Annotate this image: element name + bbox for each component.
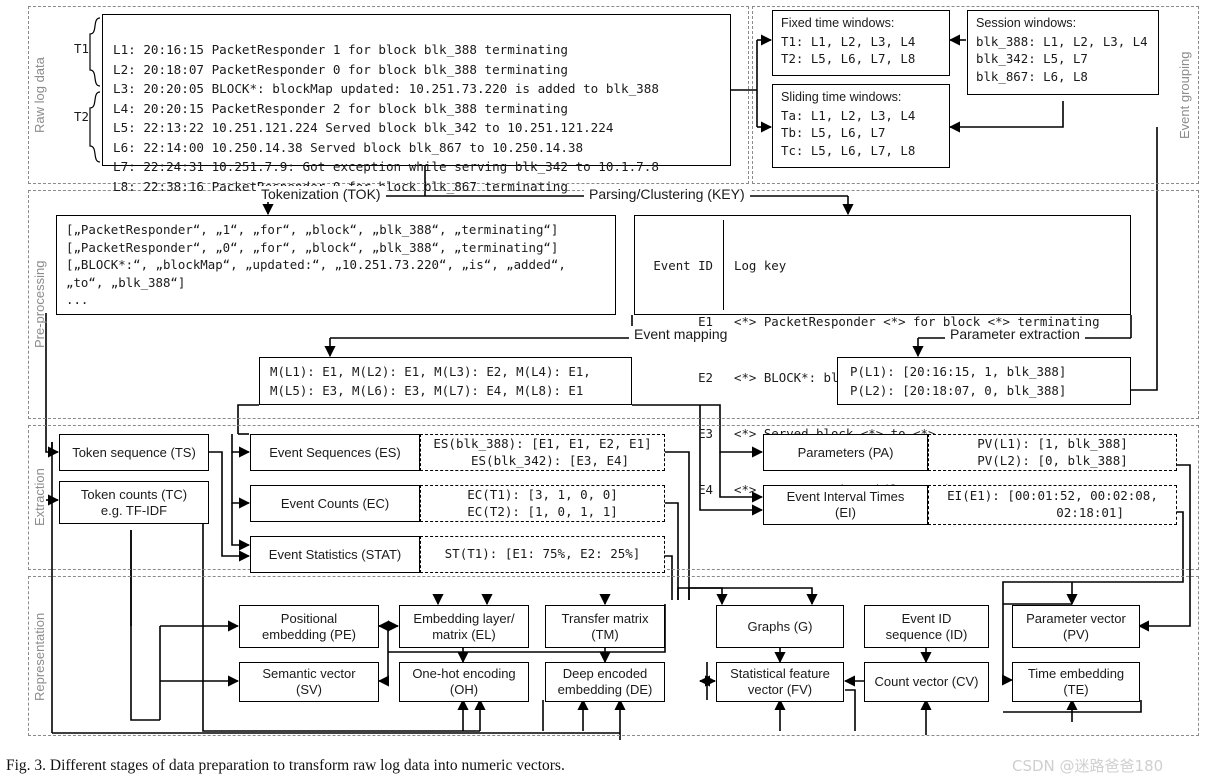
token-list-box: [„PacketResponder“, „1“, „for“, „block“,… — [56, 215, 616, 315]
event-sequences-value: ES(blk_388): [E1, E1, E2, E1] ES(blk_342… — [420, 434, 665, 471]
raw-log-line-7: L7: 22:24:31 10.251.7.9: Got exception w… — [113, 159, 659, 175]
log-key-row-id-2: E2 — [698, 369, 713, 385]
band-label-extraction: Extraction — [32, 468, 47, 526]
count-vector-box: Count vector (CV) — [864, 662, 989, 702]
log-key-table: Event ID E1 E2 E3 E4 Log key <*> PacketR… — [634, 215, 1131, 497]
event-id-sequence-label: Event ID sequence (ID) — [885, 610, 968, 642]
raw-log-line-2: L2: 20:18:07 PacketResponder 0 for block… — [113, 61, 568, 77]
parameters-box: Parameters (PA) — [763, 434, 928, 471]
transfer-matrix-box: Transfer matrix (TM) — [545, 605, 665, 648]
figure-caption: Fig. 3. Different stages of data prepara… — [6, 757, 565, 774]
graphs-box: Graphs (G) — [716, 605, 844, 648]
event-statistics-value: ST(T1): [E1: 75%, E2: 25%] — [420, 536, 665, 573]
log-key-table-key-column: Log key <*> PacketResponder <*> for bloc… — [723, 220, 1130, 497]
raw-log-line-3: L3: 20:20:05 BLOCK*: blockMap updated: 1… — [113, 81, 659, 97]
band-label-representation: Representation — [32, 612, 47, 702]
figure-canvas: Raw log data Event grouping Pre-processi… — [0, 0, 1205, 781]
log-key-row-id-1: E1 — [698, 314, 713, 330]
embedding-layer-label: Embedding layer/ matrix (EL) — [413, 610, 515, 642]
event-counts-box: Event Counts (EC) — [250, 485, 420, 522]
log-key-table-id-column: Event ID E1 E2 E3 E4 — [635, 220, 723, 496]
event-mapping-box: M(L1): E1, M(L2): E1, M(L3): E2, M(L4): … — [259, 357, 632, 405]
step-label-parsing-clustering: Parsing/Clustering (KEY) — [584, 186, 750, 202]
event-interval-times-label: Event Interval Times (EI) — [786, 489, 905, 520]
parameter-vector-label: Parameter vector (PV) — [1026, 610, 1126, 642]
sliding-time-windows-row-2: Tb: L5, L6, L7 — [781, 125, 886, 141]
raw-log-group-label-t2: T2 — [74, 109, 89, 124]
count-vector-label: Count vector (CV) — [874, 674, 979, 690]
token-counts-box: Token counts (TC) e.g. TF-IDF — [59, 481, 209, 524]
fixed-time-windows-box: Fixed time windows: T1: L1, L2, L3, L4 T… — [772, 10, 950, 76]
token-counts-label: Token counts (TC) e.g. TF-IDF — [80, 486, 188, 518]
raw-log-box: L1: 20:16:15 PacketResponder 1 for block… — [102, 14, 731, 194]
one-hot-encoding-box: One-hot encoding (OH) — [399, 662, 529, 702]
time-embedding-box: Time embedding (TE) — [1012, 662, 1140, 702]
semantic-vector-label: Semantic vector (SV) — [262, 666, 356, 697]
token-sequence-box: Token sequence (TS) — [59, 434, 209, 471]
session-windows-row-1: blk_388: L1, L2, L3, L4 — [976, 33, 1148, 49]
raw-log-line-1: L1: 20:16:15 PacketResponder 1 for block… — [113, 42, 568, 58]
graphs-label: Graphs (G) — [747, 618, 813, 634]
sliding-time-windows-row-3: Tc: L5, L6, L7, L8 — [781, 143, 916, 159]
parameter-vector-box: Parameter vector (PV) — [1012, 605, 1140, 648]
session-windows-row-3: blk_867: L6, L8 — [976, 69, 1088, 85]
sliding-time-windows-row-1: Ta: L1, L2, L3, L4 — [781, 107, 916, 123]
event-id-sequence-box: Event ID sequence (ID) — [864, 605, 989, 648]
sliding-time-windows-box: Sliding time windows: Ta: L1, L2, L3, L4… — [772, 84, 950, 168]
deep-encoded-embedding-box: Deep encoded embedding (DE) — [545, 662, 665, 702]
step-label-tokenization: Tokenization (TOK) — [256, 186, 386, 202]
event-interval-times-value: EI(E1): [00:01:52, 00:02:08, 02:18:01] — [928, 485, 1177, 525]
parameters-value: PV(L1): [1, blk_388] PV(L2): [0, blk_388… — [928, 434, 1177, 471]
fixed-time-windows-row-2: T2: L5, L6, L7, L8 — [781, 51, 916, 67]
log-key-table-header-id: Event ID — [653, 258, 713, 274]
time-embedding-label: Time embedding (TE) — [1027, 666, 1125, 697]
raw-log-group-label-t1: T1 — [74, 41, 89, 56]
positional-embedding-box: Positional embedding (PE) — [239, 605, 379, 648]
statistical-feature-vector-label: Statistical feature vector (FV) — [730, 666, 830, 697]
positional-embedding-label: Positional embedding (PE) — [262, 610, 356, 642]
session-windows-row-2: blk_342: L5, L7 — [976, 51, 1088, 67]
deep-encoded-embedding-label: Deep encoded embedding (DE) — [557, 666, 653, 697]
raw-log-line-6: L6: 22:14:00 10.250.14.38 Served block b… — [113, 139, 584, 155]
transfer-matrix-label: Transfer matrix (TM) — [561, 610, 649, 642]
one-hot-encoding-label: One-hot encoding (OH) — [412, 666, 516, 697]
event-interval-times-box: Event Interval Times (EI) — [763, 485, 928, 525]
fixed-time-windows-row-1: T1: L1, L2, L3, L4 — [781, 33, 916, 49]
event-counts-value: EC(T1): [3, 1, 0, 0] EC(T2): [1, 0, 1, 1… — [420, 485, 665, 522]
sliding-time-windows-title: Sliding time windows: — [781, 90, 902, 104]
log-key-table-header-key: Log key — [734, 258, 787, 274]
semantic-vector-box: Semantic vector (SV) — [239, 662, 379, 702]
raw-log-line-5: L5: 22:13:22 10.251.121.224 Served block… — [113, 120, 614, 136]
event-statistics-box: Event Statistics (STAT) — [250, 536, 420, 573]
session-windows-title: Session windows: — [976, 16, 1077, 30]
event-sequences-box: Event Sequences (ES) — [250, 434, 420, 471]
parameter-extraction-box: P(L1): [20:16:15, 1, blk_388] P(L2): [20… — [837, 357, 1131, 405]
watermark: CSDN @迷路爸爸180 — [1012, 757, 1164, 775]
band-label-pre-processing: Pre-processing — [32, 260, 47, 348]
embedding-layer-box: Embedding layer/ matrix (EL) — [399, 605, 529, 648]
log-key-row-key-1: <*> PacketResponder <*> for block <*> te… — [734, 314, 1100, 330]
raw-log-braces — [89, 17, 101, 163]
band-label-raw-log-data: Raw log data — [32, 57, 47, 133]
fixed-time-windows-title: Fixed time windows: — [781, 16, 895, 30]
band-label-event-grouping: Event grouping — [1177, 51, 1192, 139]
statistical-feature-vector-box: Statistical feature vector (FV) — [716, 662, 844, 702]
session-windows-box: Session windows: blk_388: L1, L2, L3, L4… — [967, 10, 1159, 95]
raw-log-line-4: L4: 20:20:15 PacketResponder 2 for block… — [113, 100, 568, 116]
band-representation — [28, 576, 1199, 736]
